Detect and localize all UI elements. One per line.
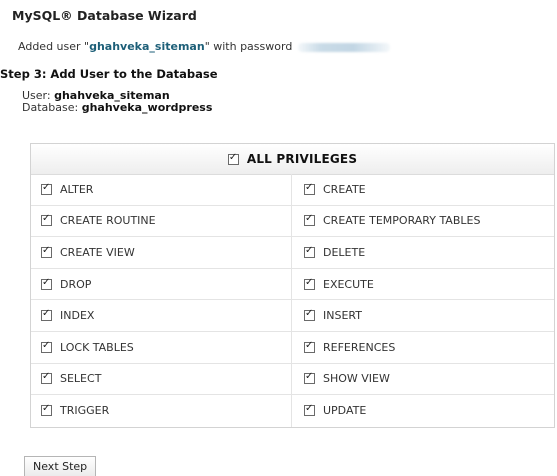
privilege-row: ALTER CREATE	[31, 174, 554, 206]
privilege-cell[interactable]: LOCK TABLES	[31, 332, 291, 363]
added-prefix: Added user "	[18, 40, 90, 53]
privilege-checkbox[interactable]	[41, 371, 52, 385]
privilege-checkbox[interactable]	[304, 277, 315, 290]
privilege-checkbox[interactable]	[304, 340, 315, 353]
privilege-cell[interactable]: CREATE ROUTINE	[31, 206, 291, 237]
privilege-checkbox[interactable]	[41, 182, 52, 195]
privilege-cell[interactable]: CREATE	[291, 174, 554, 205]
privilege-cell[interactable]: ALTER	[31, 174, 291, 205]
privilege-label[interactable]: SELECT	[60, 372, 101, 385]
privilege-label[interactable]: DROP	[60, 278, 91, 291]
all-privileges-checkbox[interactable]	[227, 152, 239, 165]
privilege-checkbox[interactable]	[41, 340, 52, 353]
privilege-rows: ALTER CREATE CREATE ROUTINE CREATE TEMPO…	[31, 174, 554, 427]
password-masked	[298, 42, 391, 52]
privilege-label[interactable]: INDEX	[60, 309, 94, 322]
privilege-row: INDEX INSERT	[31, 300, 554, 332]
privilege-cell[interactable]: INDEX	[31, 300, 291, 331]
next-step-button[interactable]: Next Step	[24, 456, 97, 476]
privilege-label[interactable]: EXECUTE	[323, 278, 374, 291]
privilege-checkbox[interactable]	[304, 403, 315, 417]
privilege-label[interactable]: CREATE TEMPORARY TABLES	[323, 214, 480, 227]
privilege-label[interactable]: SHOW VIEW	[323, 372, 390, 385]
privilege-label[interactable]: INSERT	[323, 309, 362, 322]
privilege-row: DROP EXECUTE	[31, 268, 554, 301]
privilege-cell[interactable]: TRIGGER	[31, 395, 291, 427]
database-line: Database: ghahveka_wordpress	[22, 102, 212, 114]
privilege-checkbox[interactable]	[304, 182, 315, 195]
privilege-checkbox[interactable]	[304, 308, 315, 322]
privilege-label[interactable]: CREATE	[323, 183, 366, 196]
privilege-checkbox[interactable]	[41, 213, 52, 227]
privilege-label[interactable]: CREATE VIEW	[60, 246, 135, 259]
privileges-table: ALL PRIVILEGES ALTER CREATE CREATE ROUTI…	[30, 143, 555, 428]
privilege-cell[interactable]: EXECUTE	[291, 268, 554, 300]
privilege-label[interactable]: UPDATE	[323, 404, 366, 417]
user-db-info: User: ghahveka_siteman Database: ghahvek…	[22, 90, 212, 114]
privilege-label[interactable]: LOCK TABLES	[60, 341, 134, 354]
privilege-cell[interactable]: REFERENCES	[291, 331, 554, 363]
privilege-cell[interactable]: SELECT	[31, 364, 291, 395]
privilege-label[interactable]: ALTER	[60, 183, 93, 196]
added-username: ghahveka_siteman	[89, 40, 205, 53]
privilege-cell[interactable]: DELETE	[291, 237, 554, 268]
privilege-checkbox[interactable]	[304, 371, 315, 385]
privilege-cell[interactable]: CREATE TEMPORARY TABLES	[291, 205, 554, 237]
privilege-row: LOCK TABLES REFERENCES	[31, 331, 554, 364]
privilege-row: SELECT SHOW VIEW	[31, 363, 554, 396]
all-privileges-header: ALL PRIVILEGES	[31, 144, 554, 175]
privilege-label[interactable]: CREATE ROUTINE	[60, 214, 156, 227]
database-label: Database:	[22, 101, 79, 114]
privilege-label[interactable]: REFERENCES	[323, 341, 395, 354]
database-value: ghahveka_wordpress	[81, 101, 213, 114]
privilege-cell[interactable]: DROP	[31, 269, 291, 300]
privilege-checkbox[interactable]	[41, 403, 52, 417]
privilege-checkbox[interactable]	[41, 277, 52, 290]
privilege-cell[interactable]: INSERT	[291, 300, 554, 331]
privilege-row: CREATE ROUTINE CREATE TEMPORARY TABLES	[31, 205, 554, 238]
privilege-checkbox[interactable]	[41, 245, 52, 258]
privilege-label[interactable]: TRIGGER	[60, 404, 109, 417]
privilege-checkbox[interactable]	[304, 213, 315, 227]
privilege-cell[interactable]: CREATE VIEW	[31, 237, 291, 268]
privilege-cell[interactable]: UPDATE	[291, 395, 554, 427]
privilege-row: TRIGGER UPDATE	[31, 395, 554, 427]
privilege-row: CREATE VIEW DELETE	[31, 237, 554, 269]
privilege-checkbox[interactable]	[41, 308, 52, 322]
added-user-message: Added user "ghahveka_siteman" with passw…	[18, 40, 391, 53]
privilege-checkbox[interactable]	[304, 245, 315, 258]
privilege-label[interactable]: DELETE	[323, 246, 365, 259]
step-heading: Step 3: Add User to the Database	[0, 67, 218, 81]
privilege-cell[interactable]: SHOW VIEW	[291, 363, 554, 395]
all-privileges-label[interactable]: ALL PRIVILEGES	[247, 152, 357, 166]
page-title: MySQL® Database Wizard	[12, 8, 197, 23]
added-suffix: " with password	[204, 40, 293, 53]
